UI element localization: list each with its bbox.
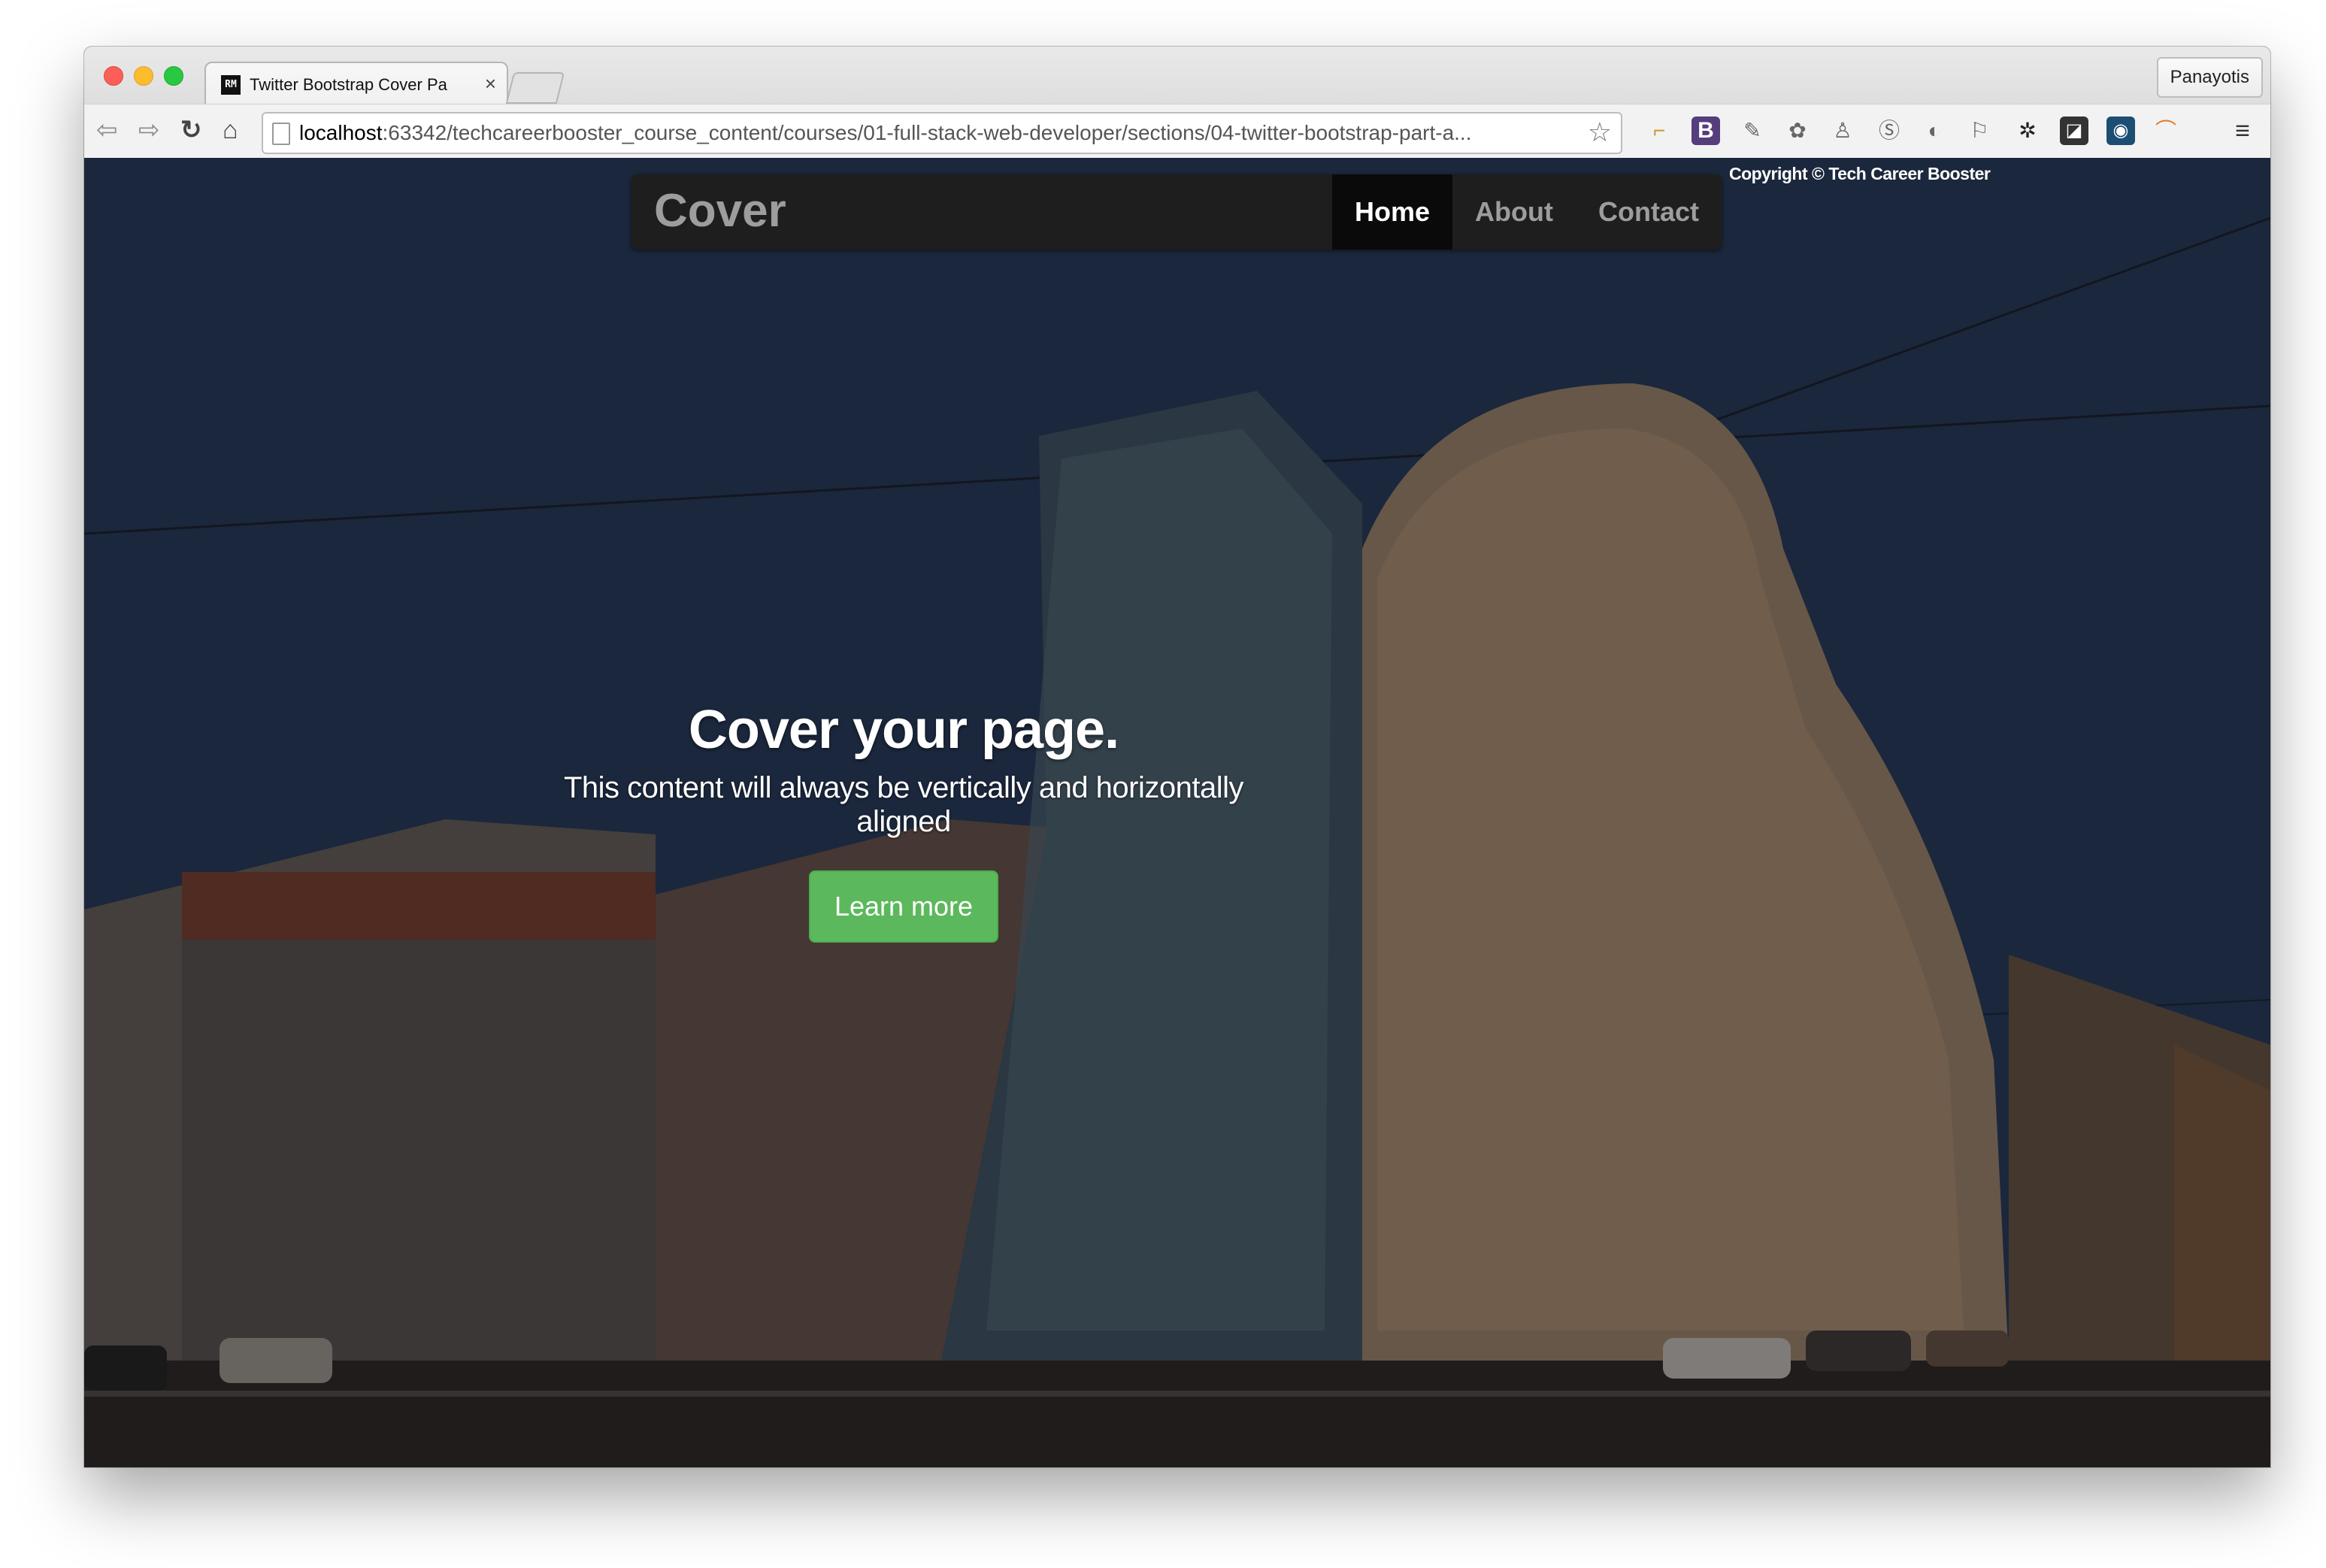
menu-icon[interactable]: ≡ — [2228, 117, 2257, 145]
page-icon — [272, 123, 290, 145]
pin-icon[interactable]: ◉ — [2106, 117, 2135, 145]
nav-link-home[interactable]: Home — [1332, 174, 1453, 250]
tab-title: Twitter Bootstrap Cover Pa — [250, 75, 447, 94]
home-icon[interactable]: ⌂ — [223, 115, 238, 145]
browser-window: RM Twitter Bootstrap Cover Pa × Panayoti… — [84, 47, 2270, 1467]
evernote-icon[interactable]: ✿ — [1783, 117, 1812, 145]
browser-tab-active[interactable]: RM Twitter Bootstrap Cover Pa × — [204, 62, 508, 105]
page-viewport: Cover Home About Contact Copyright © Tec… — [84, 158, 2270, 1467]
copyright-text: Copyright © Tech Career Booster — [1729, 164, 1991, 183]
nav-link-about[interactable]: About — [1452, 174, 1576, 250]
forward-arrow-icon[interactable]: ⇨ — [138, 115, 160, 145]
zoom-window-button[interactable] — [164, 66, 183, 86]
browser-chrome: RM Twitter Bootstrap Cover Pa × Panayoti… — [84, 47, 2270, 159]
desktop: RM Twitter Bootstrap Cover Pa × Panayoti… — [0, 0, 2326, 1568]
profile-button[interactable]: Panayotis — [2156, 57, 2263, 98]
settings-wheel-icon[interactable]: ✲ — [2013, 117, 2042, 145]
learn-more-button[interactable]: Learn more — [808, 870, 999, 943]
new-tab-button[interactable] — [505, 72, 565, 104]
bookmark-icon[interactable]: ⌐ — [1645, 117, 1673, 145]
site-brand[interactable]: Cover — [654, 186, 786, 236]
sync-icon[interactable]: ◐ — [1920, 117, 1949, 145]
hero-section: Cover your page. This content will alway… — [535, 699, 1272, 943]
hero-lead: This content will always be vertically a… — [563, 771, 1244, 838]
url-path: :63342/techcareerbooster_course_content/… — [382, 121, 1472, 144]
url-host: localhost — [299, 121, 383, 144]
nav-links: Home About Contact — [1332, 174, 1722, 250]
tab-strip: RM Twitter Bootstrap Cover Pa × Panayoti… — [84, 47, 2270, 105]
reload-icon[interactable]: ↻ — [180, 115, 202, 145]
minimize-window-button[interactable] — [134, 66, 153, 86]
close-tab-icon[interactable]: × — [485, 72, 496, 95]
square-icon[interactable]: ◪ — [2060, 117, 2088, 145]
back-arrow-icon[interactable]: ⇦ — [96, 115, 118, 145]
arc-icon[interactable]: ⌒ — [2152, 117, 2180, 145]
nav-link-contact[interactable]: Contact — [1576, 174, 1722, 250]
webstorm-favicon-icon: RM — [221, 75, 241, 95]
site-navbar: Cover Home About Contact — [631, 174, 1722, 250]
bookmark-star-icon[interactable]: ☆ — [1588, 117, 1612, 148]
flag-icon[interactable]: ⚐ — [1965, 117, 1994, 145]
people-icon[interactable]: ♙ — [1828, 117, 1857, 145]
hero-title: Cover your page. — [688, 700, 1119, 760]
bootstrap-icon[interactable]: B — [1691, 117, 1720, 145]
browser-toolbar: ⇦ ⇨ ↻ ⌂ localhost:63342/techcareerbooste… — [84, 104, 2270, 159]
url-text[interactable]: localhost:63342/techcareerbooster_course… — [299, 121, 1568, 145]
skype-icon[interactable]: Ⓢ — [1875, 117, 1904, 145]
address-bar[interactable]: localhost:63342/techcareerbooster_course… — [262, 112, 1622, 154]
eyedropper-icon[interactable]: ✎ — [1738, 117, 1767, 145]
close-window-button[interactable] — [104, 66, 123, 86]
